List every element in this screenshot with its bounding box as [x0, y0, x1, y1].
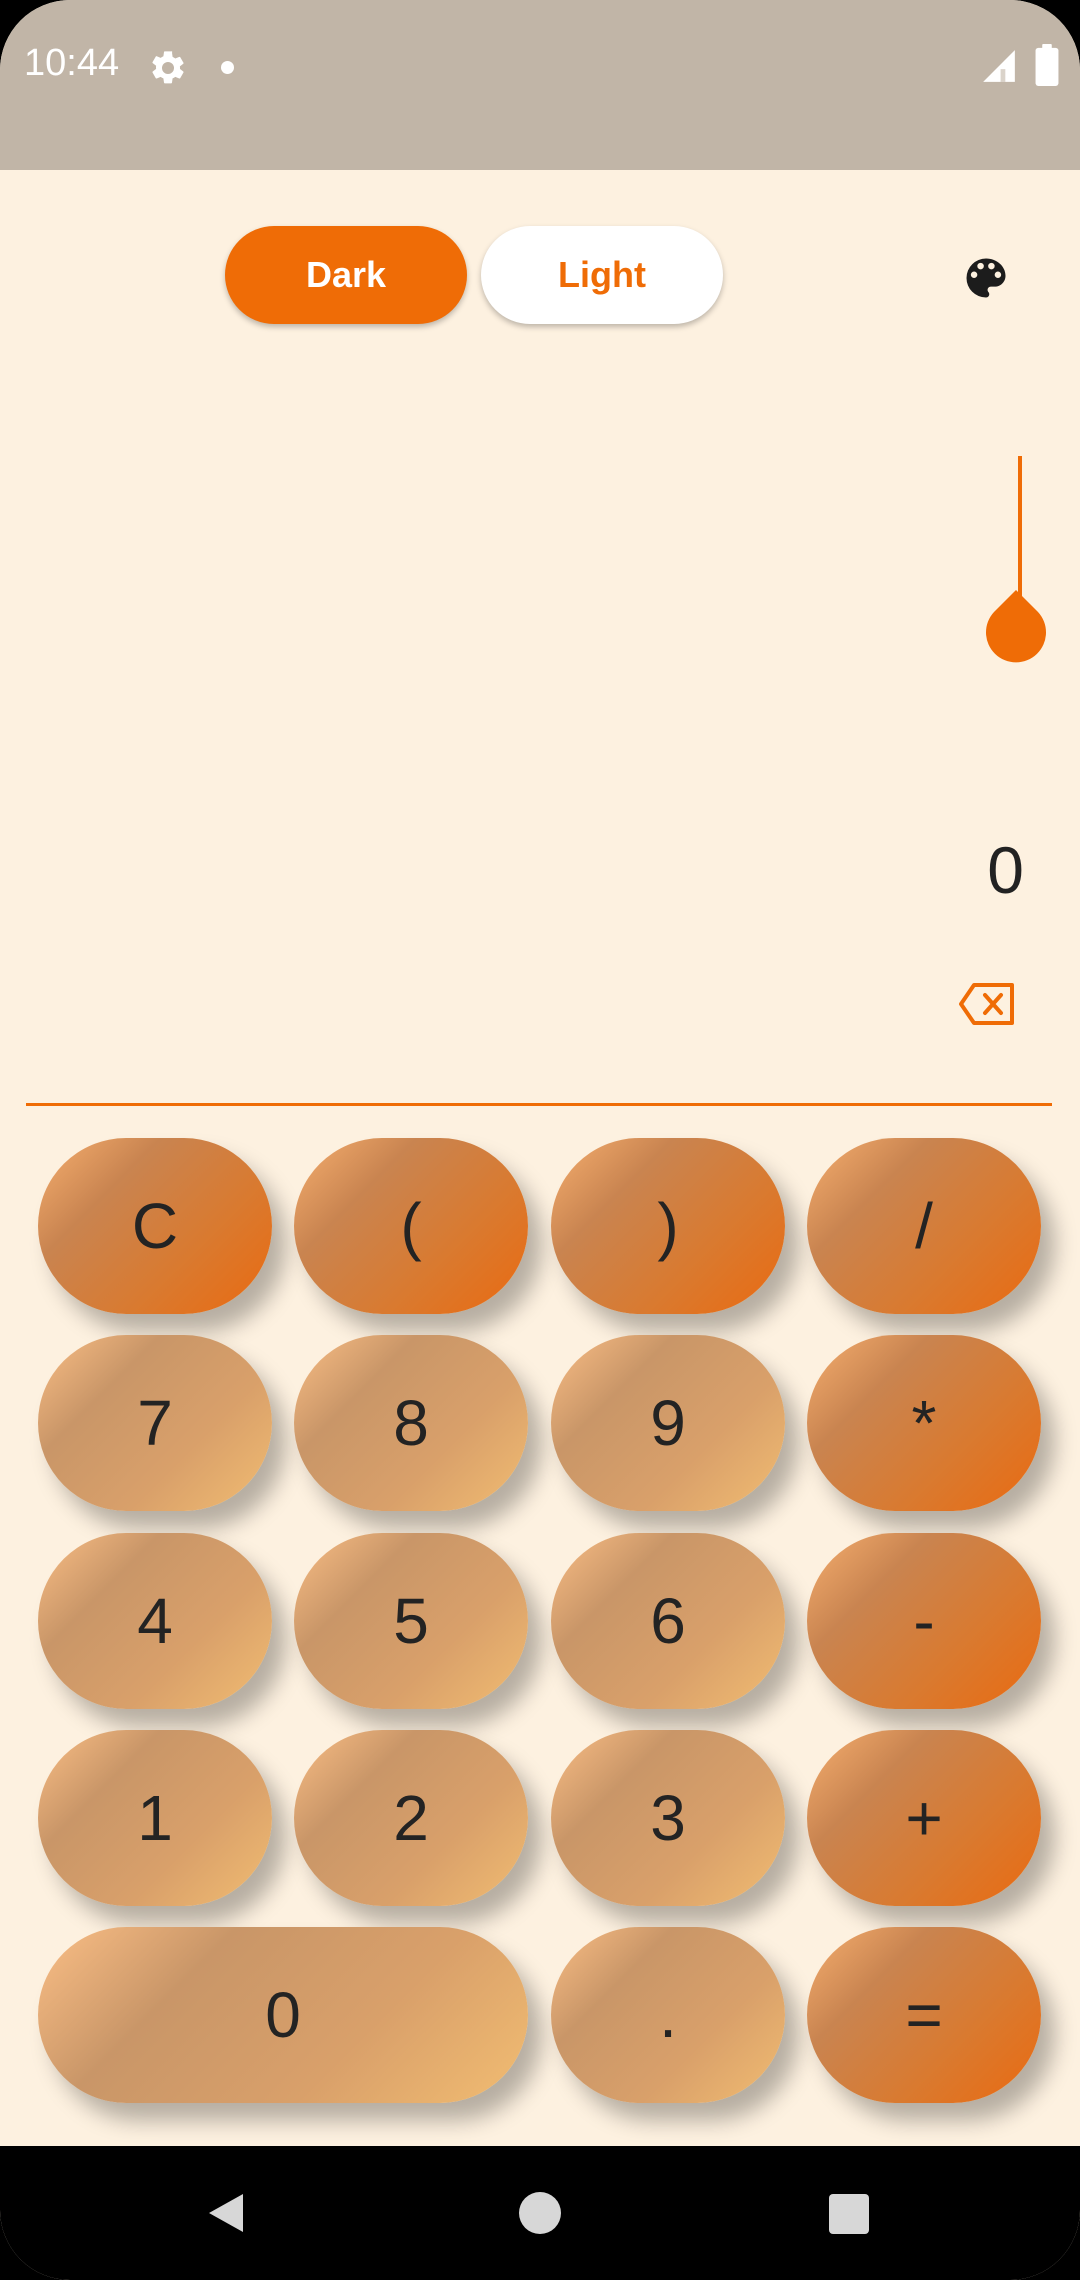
key-button[interactable]: -	[807, 1533, 1041, 1709]
status-bar: 10:44	[0, 0, 1080, 170]
dark-theme-button[interactable]: Dark	[225, 226, 467, 324]
key-button[interactable]: 6	[551, 1533, 785, 1709]
key-button[interactable]: 8	[294, 1335, 528, 1511]
divider	[26, 1103, 1052, 1106]
key-button[interactable]: .	[551, 1927, 785, 2103]
backspace-icon[interactable]	[958, 982, 1016, 1026]
key-button[interactable]: 4	[38, 1533, 272, 1709]
key-button[interactable]: C	[38, 1138, 272, 1314]
key-button[interactable]: 1	[38, 1730, 272, 1906]
key-button[interactable]: 3	[551, 1730, 785, 1906]
slider-handle[interactable]	[984, 590, 1048, 670]
key-button[interactable]: 0	[38, 1927, 528, 2103]
key-button[interactable]: 2	[294, 1730, 528, 1906]
signal-icon	[983, 50, 1015, 82]
gear-icon	[152, 51, 184, 84]
status-time: 10:44	[24, 42, 120, 84]
key-button[interactable]: 5	[294, 1533, 528, 1709]
light-theme-button[interactable]: Light	[481, 226, 723, 324]
slider-track[interactable]	[1018, 456, 1022, 606]
notification-dot-icon	[221, 61, 234, 74]
key-button[interactable]: +	[807, 1730, 1041, 1906]
key-button[interactable]: (	[294, 1138, 528, 1314]
battery-icon	[1035, 44, 1059, 86]
key-button[interactable]: =	[807, 1927, 1041, 2103]
palette-icon[interactable]	[960, 252, 1012, 304]
key-button[interactable]: 9	[551, 1335, 785, 1511]
back-icon[interactable]	[205, 2190, 245, 2236]
result-display: 0	[987, 833, 1024, 907]
home-icon[interactable]	[519, 2192, 561, 2234]
key-button[interactable]: )	[551, 1138, 785, 1314]
key-button[interactable]: *	[807, 1335, 1041, 1511]
recents-icon[interactable]	[829, 2194, 869, 2234]
phone-screen: 10:44 Dark Light 0 C()/ 7 8 9 * 4 5 6- 1 2 3 +0. =	[0, 0, 1080, 2280]
key-button[interactable]: 7	[38, 1335, 272, 1511]
key-button[interactable]: /	[807, 1138, 1041, 1314]
